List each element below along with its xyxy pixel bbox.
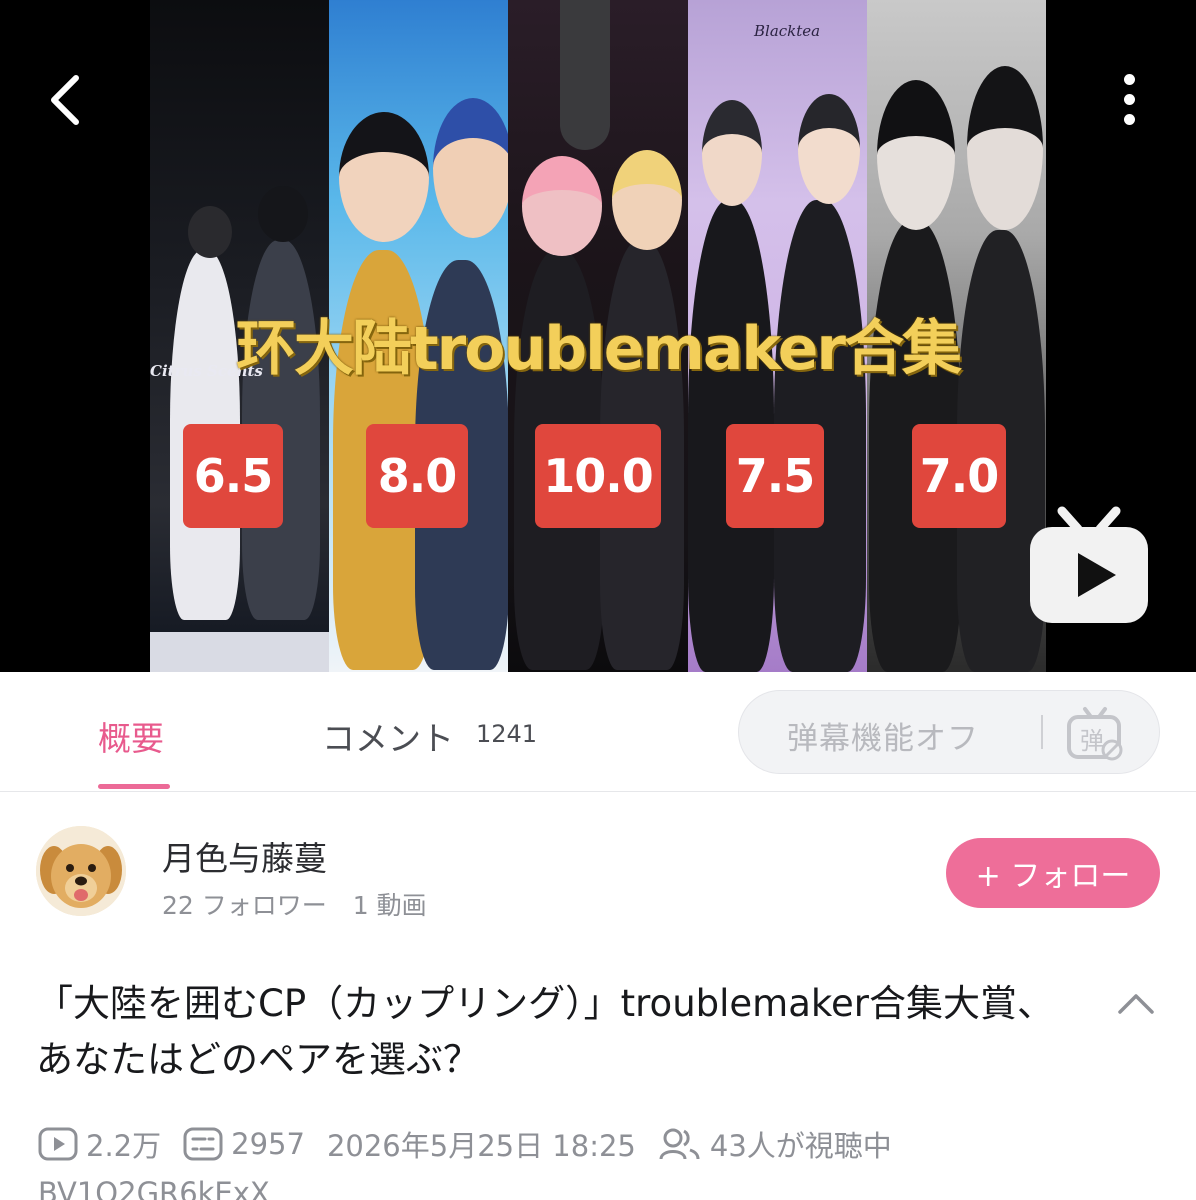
performer-head [876, 80, 955, 230]
performer-head [188, 206, 232, 258]
video-overlay-title: 环大陆troublemaker合集 [236, 314, 962, 384]
avatar[interactable] [36, 826, 126, 916]
back-button[interactable] [40, 72, 96, 128]
performer-head [966, 66, 1043, 230]
stage-prop [560, 0, 611, 150]
more-vertical-icon-dot [1124, 94, 1135, 105]
tab-summary[interactable]: 概要 [98, 712, 164, 760]
active-tab-indicator [98, 784, 170, 789]
video-id: BV1Q2GR6kExX [38, 1176, 270, 1200]
play-button[interactable] [1028, 505, 1150, 625]
more-options-button[interactable] [1110, 70, 1150, 130]
tab-bar: 概要 コメント 1241 弹幕機能オフ 弹 [0, 672, 1196, 792]
performer-head [612, 150, 683, 250]
performer-head [339, 112, 430, 242]
video-stats: 2.2万 2957 2026年5月25日 18:25 43人が視聴中 [38, 1122, 914, 1166]
stage-floor [150, 632, 330, 672]
watching-now-value: 43人が視聴中 [709, 1129, 892, 1163]
watermark-text: Blacktea [754, 22, 821, 40]
tab-comments[interactable]: コメント [322, 712, 454, 760]
danmaku-toggle[interactable]: 弹幕機能オフ 弹 [738, 690, 1160, 774]
performer-head [433, 98, 509, 238]
chevron-up-icon [1118, 994, 1154, 1014]
collapse-button[interactable] [1114, 982, 1158, 1022]
author-meta: 22 フォロワー 1 動画 [162, 886, 445, 922]
watching-now: 43人が視聴中 [658, 1123, 892, 1165]
score-badge: 6.5 [183, 424, 283, 528]
performer-head [258, 186, 308, 242]
score-badge: 7.5 [726, 424, 824, 528]
score-badge: 7.0 [912, 424, 1006, 528]
view-count: 2.2万 [38, 1123, 161, 1165]
follower-count: 22 フォロワー [162, 891, 327, 920]
danmaku-count-icon [183, 1127, 223, 1161]
comments-count: 1241 [476, 720, 538, 748]
chevron-left-icon [51, 75, 79, 125]
danmaku-count-value: 2957 [231, 1127, 305, 1161]
view-count-value: 2.2万 [86, 1129, 162, 1163]
video-player[interactable]: Citrus Scents Blacktea 环大陆troublemaker合集… [0, 0, 1196, 672]
score-badge: 10.0 [535, 424, 661, 528]
play-count-icon [38, 1127, 78, 1161]
dog-avatar-icon [36, 826, 126, 916]
author-name[interactable]: 月色与藤蔓 [162, 832, 327, 880]
danmaku-count: 2957 [183, 1127, 305, 1161]
video-title: 「大陸を囲むCP（カップリング）」troublemaker合集大賞、あなたはどの… [36, 982, 1054, 1081]
performer-head [522, 156, 603, 256]
video-count: 1 動画 [352, 891, 427, 920]
danmaku-off-icon: 弹 [1067, 707, 1123, 761]
danmaku-label: 弹幕機能オフ [787, 721, 979, 757]
divider [1041, 715, 1043, 749]
publish-datetime: 2026年5月25日 18:25 [326, 1129, 636, 1163]
performer-head [701, 100, 762, 206]
score-badge: 8.0 [366, 424, 468, 528]
more-vertical-icon [1124, 74, 1135, 85]
tv-play-icon [1030, 506, 1148, 623]
follow-button[interactable]: + フォロー [946, 838, 1160, 908]
svg-text:弹: 弹 [1080, 727, 1104, 755]
more-vertical-icon-dot [1124, 114, 1135, 125]
viewers-icon [659, 1128, 700, 1160]
performer-head [797, 94, 860, 204]
